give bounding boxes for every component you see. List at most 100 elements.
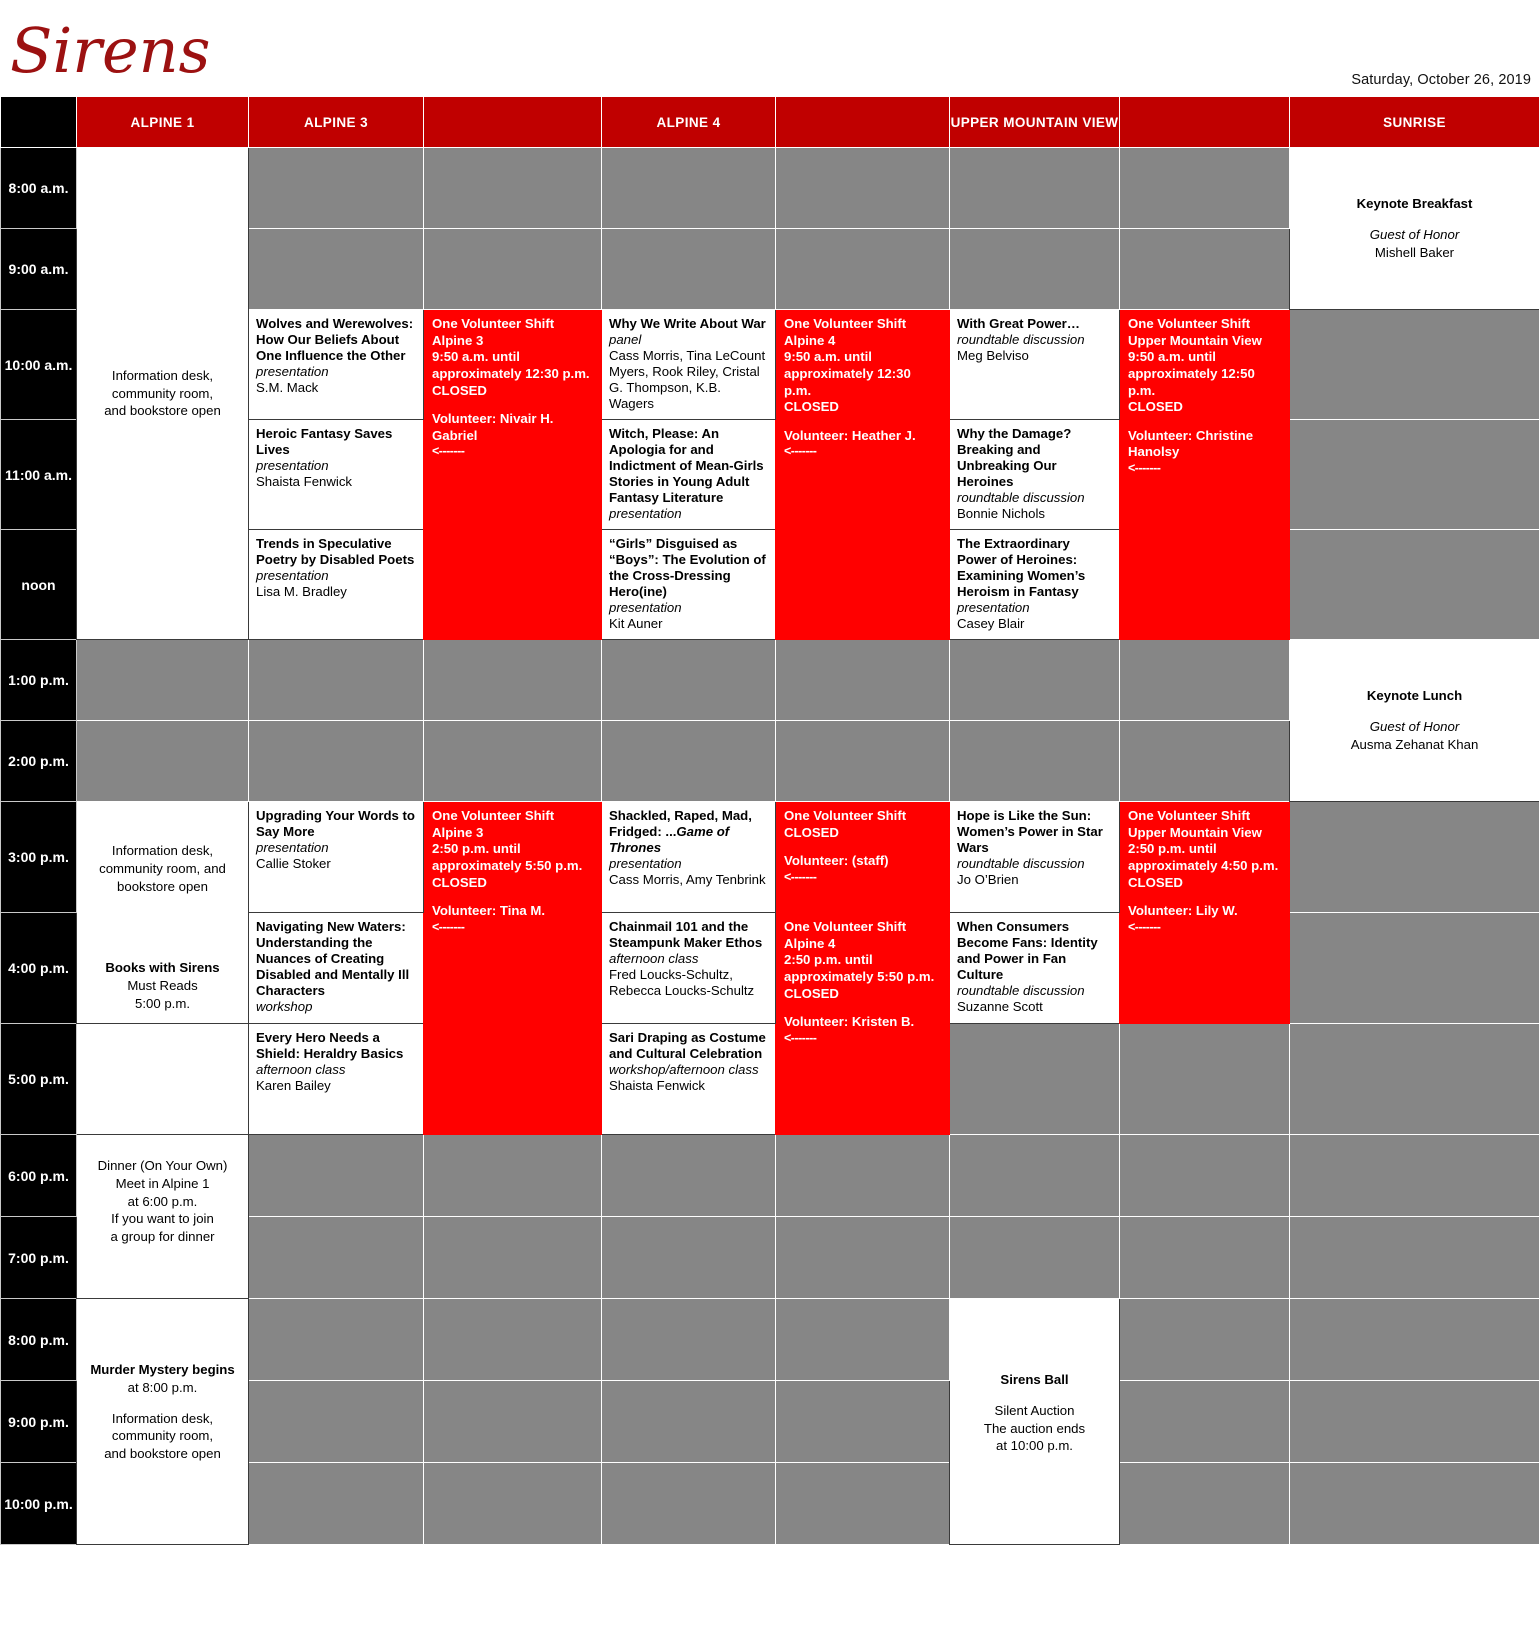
sirens-ball-line-3: at 10:00 p.m. <box>996 1438 1073 1454</box>
session-alpine4-girls-disguised[interactable]: “Girls” Disguised as “Boys”: The Evoluti… <box>601 529 776 640</box>
books-with-sirens-sub: Must Reads <box>127 978 198 994</box>
session-presenter: Kit Auner <box>609 616 663 632</box>
session-alpine3-heraldry[interactable]: Every Hero Needs a Shield: Heraldry Basi… <box>248 1023 424 1135</box>
alpine3-empty-1pm <box>248 639 424 721</box>
vol-line-5: CLOSED <box>432 382 487 398</box>
vol-alpine4-empty-8am <box>775 147 950 229</box>
vol-umv-empty-8pm <box>1119 1298 1290 1381</box>
vol-line-1: One Volunteer Shift <box>1128 316 1251 331</box>
session-presenter: Shaista Fenwick <box>256 474 353 490</box>
sirens-ball-title: Sirens Ball <box>1000 1372 1069 1387</box>
umv-empty-6pm <box>949 1134 1120 1217</box>
session-alpine4-shackled[interactable]: Shackled, Raped, Mad, Fridged: ...Game o… <box>601 801 776 913</box>
volunteer-shift-alpine4-pm-early[interactable]: One Volunteer Shift CLOSED Volunteer: (s… <box>775 801 950 913</box>
session-title: Witch, Please: An Apologia for and Indic… <box>609 426 764 506</box>
session-presenter: Cass Morris, Amy Tenbrink <box>609 872 766 888</box>
volunteer-shift-umv-pm[interactable]: One Volunteer Shift Upper Mountain View … <box>1119 801 1290 1024</box>
umv-empty-7pm <box>949 1216 1120 1299</box>
vol-umv-empty-7pm <box>1119 1216 1290 1299</box>
vol-alpine4-empty-2pm <box>775 720 950 802</box>
sunrise-empty-9pm <box>1289 1380 1539 1463</box>
session-kind: presentation <box>256 568 329 584</box>
murder-mystery-line-1: Murder Mystery begins <box>90 1362 235 1377</box>
session-alpine4-sari-draping[interactable]: Sari Draping as Costume and Cultural Cel… <box>601 1023 776 1135</box>
volunteer-shift-alpine4-pm-late[interactable]: One Volunteer Shift Alpine 4 2:50 p.m. u… <box>775 912 950 1135</box>
session-presenter: S.M. Mack <box>256 380 319 396</box>
keynote-lunch-goh-label: Guest of Honor <box>1369 719 1460 735</box>
time-10am: 10:00 a.m. <box>0 309 77 420</box>
session-kind: roundtable discussion <box>957 490 1085 506</box>
header-alpine-4: ALPINE 4 <box>601 96 776 148</box>
session-umv-why-the-damage[interactable]: Why the Damage? Breaking and Unbreaking … <box>949 419 1120 530</box>
session-alpine3-navigating-waters[interactable]: Navigating New Waters: Understanding the… <box>248 912 424 1024</box>
sunrise-empty-noon <box>1289 529 1539 640</box>
alpine3-empty-10pm <box>248 1462 424 1545</box>
vol-alpine3-empty-6pm <box>423 1134 602 1217</box>
vol-umv-empty-10pm <box>1119 1462 1290 1545</box>
time-4pm: 4:00 p.m. <box>0 912 77 1024</box>
session-kind: afternoon class <box>256 1062 346 1078</box>
sunrise-empty-8pm <box>1289 1298 1539 1381</box>
alpine4-empty-9pm <box>601 1380 776 1463</box>
vol-umv-empty-5pm <box>1119 1023 1290 1135</box>
vol-umv-empty-2pm <box>1119 720 1290 802</box>
umv-sirens-ball: Sirens Ball Silent Auction The auction e… <box>949 1298 1120 1545</box>
alpine4-empty-1pm <box>601 639 776 721</box>
session-alpine3-spec-poetry[interactable]: Trends in Speculative Poetry by Disabled… <box>248 529 424 640</box>
vol-alpine4-empty-9pm <box>775 1380 950 1463</box>
vol-alpine4-empty-1pm <box>775 639 950 721</box>
volunteer-shift-alpine3-pm[interactable]: One Volunteer Shift Alpine 3 2:50 p.m. u… <box>423 801 602 1135</box>
vol-umv-empty-1pm <box>1119 639 1290 721</box>
session-presenter: Jo O’Brien <box>957 872 1019 888</box>
vol-line-3: 2:50 p.m. until <box>1128 841 1217 857</box>
session-alpine4-witch-please[interactable]: Witch, Please: An Apologia for and Indic… <box>601 419 776 530</box>
time-noon: noon <box>0 529 77 640</box>
session-alpine3-upgrading-words[interactable]: Upgrading Your Words to Say More present… <box>248 801 424 913</box>
session-alpine3-heroic-fantasy[interactable]: Heroic Fantasy Saves Lives presentation … <box>248 419 424 530</box>
vol-line-3: 9:50 a.m. until <box>784 349 872 365</box>
vol-arrow: <------- <box>784 1030 817 1045</box>
evening-info-line-3: and bookstore open <box>104 1446 221 1462</box>
header-vol-alpine-4 <box>775 96 950 148</box>
umv-empty-8am <box>949 147 1120 229</box>
session-umv-when-consumers[interactable]: When Consumers Become Fans: Identity and… <box>949 912 1120 1024</box>
session-alpine4-war[interactable]: Why We Write About War panel Cass Morris… <box>601 309 776 420</box>
alpine4-empty-8pm <box>601 1298 776 1381</box>
alpine4-empty-8am <box>601 147 776 229</box>
header-time-blank <box>0 96 77 148</box>
evening-info-line-2: community room, <box>111 1428 214 1444</box>
table-header-row: ALPINE 1 ALPINE 3 ALPINE 4 UPPER MOUNTAI… <box>0 96 1539 148</box>
session-title: With Great Power… <box>957 316 1080 331</box>
alpine1-afternoon-cell: Information desk, community room, and bo… <box>76 801 249 1024</box>
murder-mystery-line-2: at 8:00 p.m. <box>127 1379 198 1395</box>
alpine4-empty-6pm <box>601 1134 776 1217</box>
vol-arrow: <------- <box>784 869 817 884</box>
time-8pm: 8:00 p.m. <box>0 1298 77 1381</box>
vol-arrow: <------- <box>432 444 465 459</box>
session-umv-hope-like-sun[interactable]: Hope is Like the Sun: Women’s Power in S… <box>949 801 1120 913</box>
keynote-breakfast-title: Keynote Breakfast <box>1356 196 1473 212</box>
session-alpine3-wolves[interactable]: Wolves and Werewolves: How Our Beliefs A… <box>248 309 424 420</box>
session-presenter: Callie Stoker <box>256 856 331 872</box>
session-kind: presentation <box>609 856 682 872</box>
sirens-ball-line-2: The auction ends <box>983 1420 1086 1436</box>
time-10pm: 10:00 p.m. <box>0 1462 77 1545</box>
session-kind: presentation <box>256 458 329 474</box>
volunteer-shift-alpine4-am[interactable]: One Volunteer Shift Alpine 4 9:50 a.m. u… <box>775 309 950 640</box>
volunteer-shift-umv-am[interactable]: One Volunteer Shift Upper Mountain View … <box>1119 309 1290 640</box>
session-alpine4-chainmail[interactable]: Chainmail 101 and the Steampunk Maker Et… <box>601 912 776 1024</box>
vol-assignee: Volunteer: Nivair H. Gabriel <box>432 411 554 443</box>
alpine1-evening-cell: Murder Mystery begins at 8:00 p.m. Infor… <box>76 1298 249 1545</box>
session-umv-extraordinary-power[interactable]: The Extraordinary Power of Heroines: Exa… <box>949 529 1120 640</box>
header-vol-alpine-3 <box>423 96 602 148</box>
volunteer-shift-alpine3-am[interactable]: One Volunteer Shift Alpine 3 9:50 a.m. u… <box>423 309 602 640</box>
vol-line-1: One Volunteer Shift <box>784 919 907 934</box>
session-umv-great-power[interactable]: With Great Power… roundtable discussion … <box>949 309 1120 420</box>
session-kind: roundtable discussion <box>957 332 1085 348</box>
vol-umv-empty-8am <box>1119 147 1290 229</box>
session-presenter: Casey Blair <box>957 616 1025 632</box>
